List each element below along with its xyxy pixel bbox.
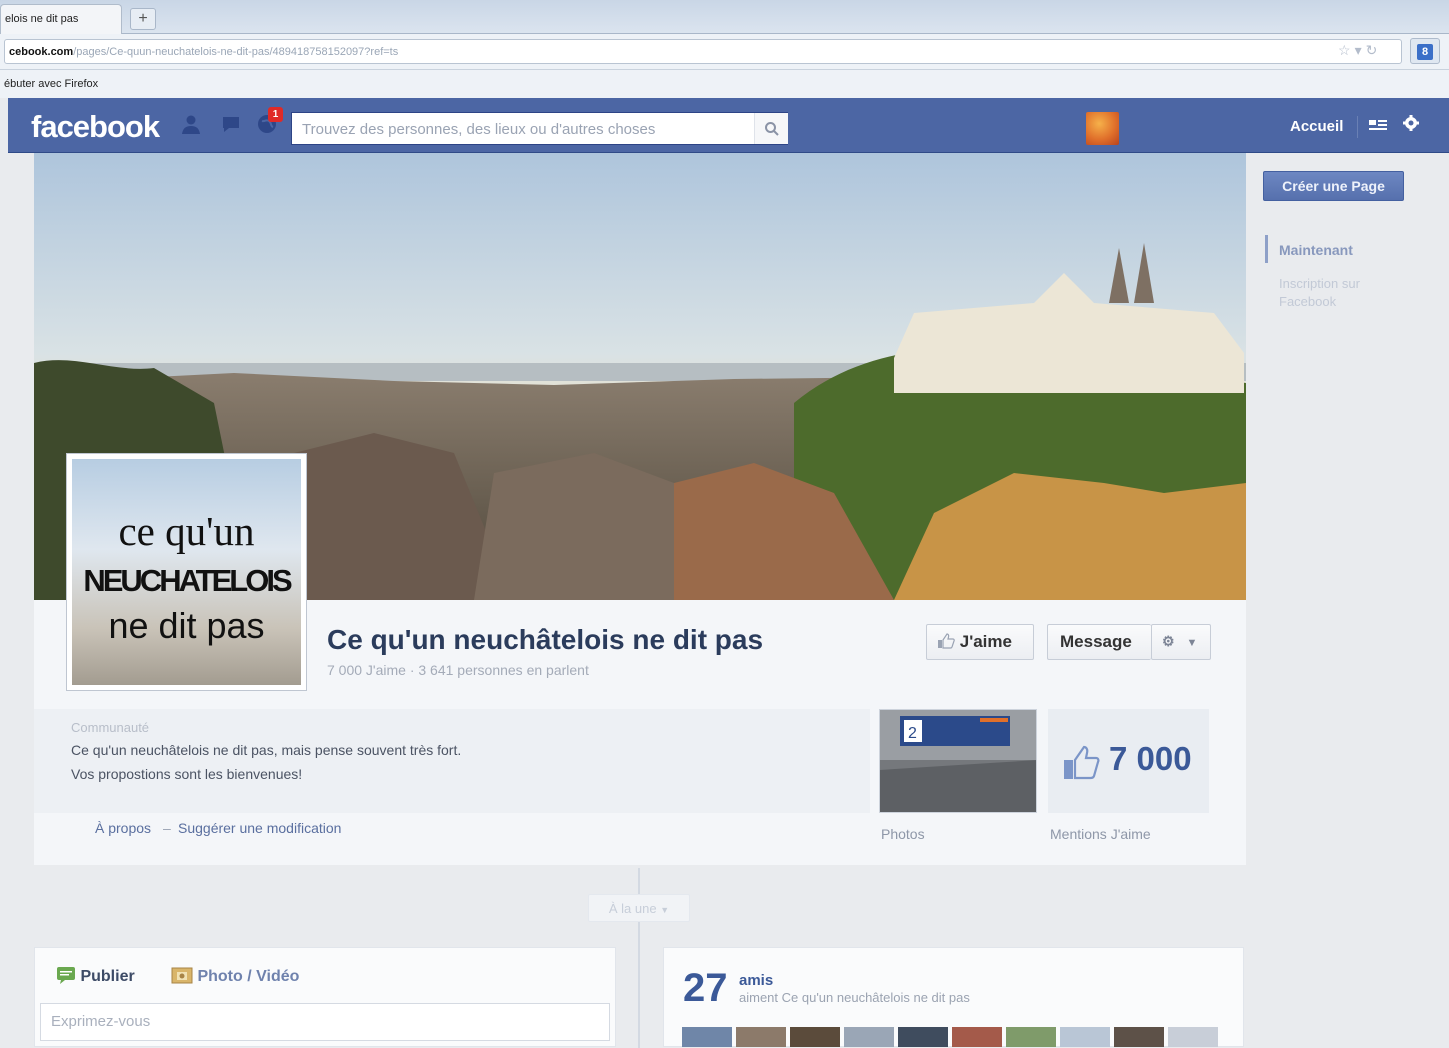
page-title: Ce qu'un neuchâtelois ne dit pas (327, 624, 764, 655)
message-button-label: Message (1060, 632, 1132, 651)
friends-subtitle: aiment Ce qu'un neuchâtelois ne dit pas (739, 990, 970, 1005)
page-stats: 7 000 J'aime · 3 641 personnes en parlen… (327, 662, 589, 678)
page-description-line-1: Ce qu'un neuchâtelois ne dit pas, mais p… (71, 742, 462, 758)
composer-tab-photo[interactable]: Photo / Vidéo (171, 965, 299, 986)
composer-tab-publish-label: Publier (80, 968, 135, 985)
like-button-label: J'aime (959, 632, 1012, 651)
url-path: /pages/Ce-quun-neuchatelois-ne-dit-pas/4… (73, 46, 399, 58)
page-options-button[interactable]: ⚙ ▼ (1151, 624, 1211, 660)
friend-thumbnail[interactable] (1168, 1027, 1218, 1047)
status-placeholder: Exprimez-vous (51, 1013, 151, 1030)
url-bar: cebook.com/pages/Ce-quun-neuchatelois-ne… (0, 34, 1449, 70)
photo-sign-number: 2 (908, 725, 917, 742)
friend-thumbnail[interactable] (1060, 1027, 1110, 1047)
timeline-filter-dropdown[interactable]: À la une ▼ (588, 894, 690, 922)
status-icon (57, 967, 75, 984)
tab-title: elois ne dit pas (5, 13, 79, 25)
suggest-edit-link[interactable]: Suggérer une modification (178, 820, 341, 836)
chevron-down-icon: ▼ (1186, 637, 1198, 649)
bookmarks-bar: ébuter avec Firefox (0, 70, 1449, 98)
fb-top-bar: facebook 1 Trouvez des personnes, des li… (8, 98, 1449, 153)
address-field[interactable]: cebook.com/pages/Ce-quun-neuchatelois-ne… (4, 39, 1402, 64)
search-icon (764, 122, 779, 136)
nav-divider (1357, 116, 1358, 138)
friend-thumbnail[interactable] (736, 1027, 786, 1047)
timeline-join-link[interactable]: Inscription sur Facebook (1279, 275, 1389, 311)
likes-count: 7 000 (1109, 740, 1192, 777)
timeline-filter-label: À la une (608, 901, 657, 916)
composer-tab-publish[interactable]: Publier (56, 965, 135, 986)
status-input[interactable]: Exprimez-vous (40, 1003, 610, 1041)
friend-thumbnail[interactable] (1114, 1027, 1164, 1047)
friends-icon[interactable] (1368, 117, 1388, 135)
create-page-button[interactable]: Créer une Page (1263, 171, 1404, 201)
browser-tab[interactable]: elois ne dit pas (0, 4, 122, 34)
gear-icon: ⚙ (1162, 633, 1175, 649)
chevron-down-icon: ▼ (660, 905, 670, 915)
about-link[interactable]: À propos (95, 820, 151, 836)
extension-button[interactable]: 8 (1410, 38, 1440, 64)
profile-image: ce qu'un NEUCHATELOIS ne dit pas (72, 459, 301, 685)
composer-tab-photo-label: Photo / Vidéo (197, 968, 300, 985)
photos-thumbnail[interactable]: 2 (879, 709, 1037, 813)
message-button[interactable]: Message (1047, 624, 1151, 660)
profile-text-line-3: ne dit pas (108, 605, 265, 646)
profile-picture[interactable]: ce qu'un NEUCHATELOIS ne dit pas (66, 453, 307, 691)
profile-text-line-2: NEUCHATELOIS (83, 563, 292, 598)
thumbs-up-icon (1064, 745, 1100, 780)
user-avatar[interactable] (1086, 112, 1119, 145)
friend-requests-icon[interactable] (180, 113, 202, 135)
friends-thumbnails (682, 1027, 1222, 1047)
timeline-indicator (1265, 235, 1268, 263)
bookmark-firefox[interactable]: ébuter avec Firefox (4, 78, 98, 90)
page-category: Communauté (71, 720, 150, 735)
about-section (34, 709, 870, 813)
new-tab-button[interactable]: + (130, 8, 156, 30)
messages-icon[interactable] (220, 113, 242, 135)
photo-icon (171, 967, 193, 984)
friend-thumbnail[interactable] (898, 1027, 948, 1047)
settings-gear-icon[interactable] (1402, 114, 1420, 132)
reload-icon[interactable]: ↻ (1366, 42, 1382, 58)
about-separator: – (163, 820, 171, 836)
friends-word[interactable]: amis (739, 972, 773, 989)
browser-tabbar: elois ne dit pas + (0, 0, 1449, 34)
thumbs-up-icon (938, 633, 955, 649)
star-icon[interactable]: ☆ (1338, 42, 1355, 58)
profile-text-line-1: ce qu'un (118, 508, 255, 554)
like-button[interactable]: J'aime (926, 624, 1034, 660)
nav-home-link[interactable]: Accueil (1290, 118, 1343, 135)
url-actions[interactable]: ☆▾↻ (1338, 42, 1381, 59)
extension-icon: 8 (1417, 44, 1433, 60)
url-domain: cebook.com (9, 46, 74, 58)
photos-label[interactable]: Photos (881, 826, 925, 842)
friend-thumbnail[interactable] (952, 1027, 1002, 1047)
friend-thumbnail[interactable] (790, 1027, 840, 1047)
notification-badge: 1 (268, 107, 283, 122)
timeline-now-link[interactable]: Maintenant (1279, 242, 1353, 258)
facebook-logo[interactable]: facebook (31, 109, 160, 145)
search-button[interactable] (754, 113, 788, 144)
likes-label[interactable]: Mentions J'aime (1050, 826, 1151, 842)
friend-thumbnail[interactable] (844, 1027, 894, 1047)
friends-count: 27 (683, 966, 728, 1010)
page-description-line-2: Vos propostions sont les bienvenues! (71, 766, 303, 782)
friend-thumbnail[interactable] (1006, 1027, 1056, 1047)
friend-thumbnail[interactable] (682, 1027, 732, 1047)
search-input[interactable]: Trouvez des personnes, des lieux ou d'au… (291, 112, 788, 145)
dropdown-icon[interactable]: ▾ (1355, 42, 1366, 58)
photos-thumbnail-image: 2 (880, 710, 1036, 812)
search-placeholder: Trouvez des personnes, des lieux ou d'au… (302, 121, 656, 138)
